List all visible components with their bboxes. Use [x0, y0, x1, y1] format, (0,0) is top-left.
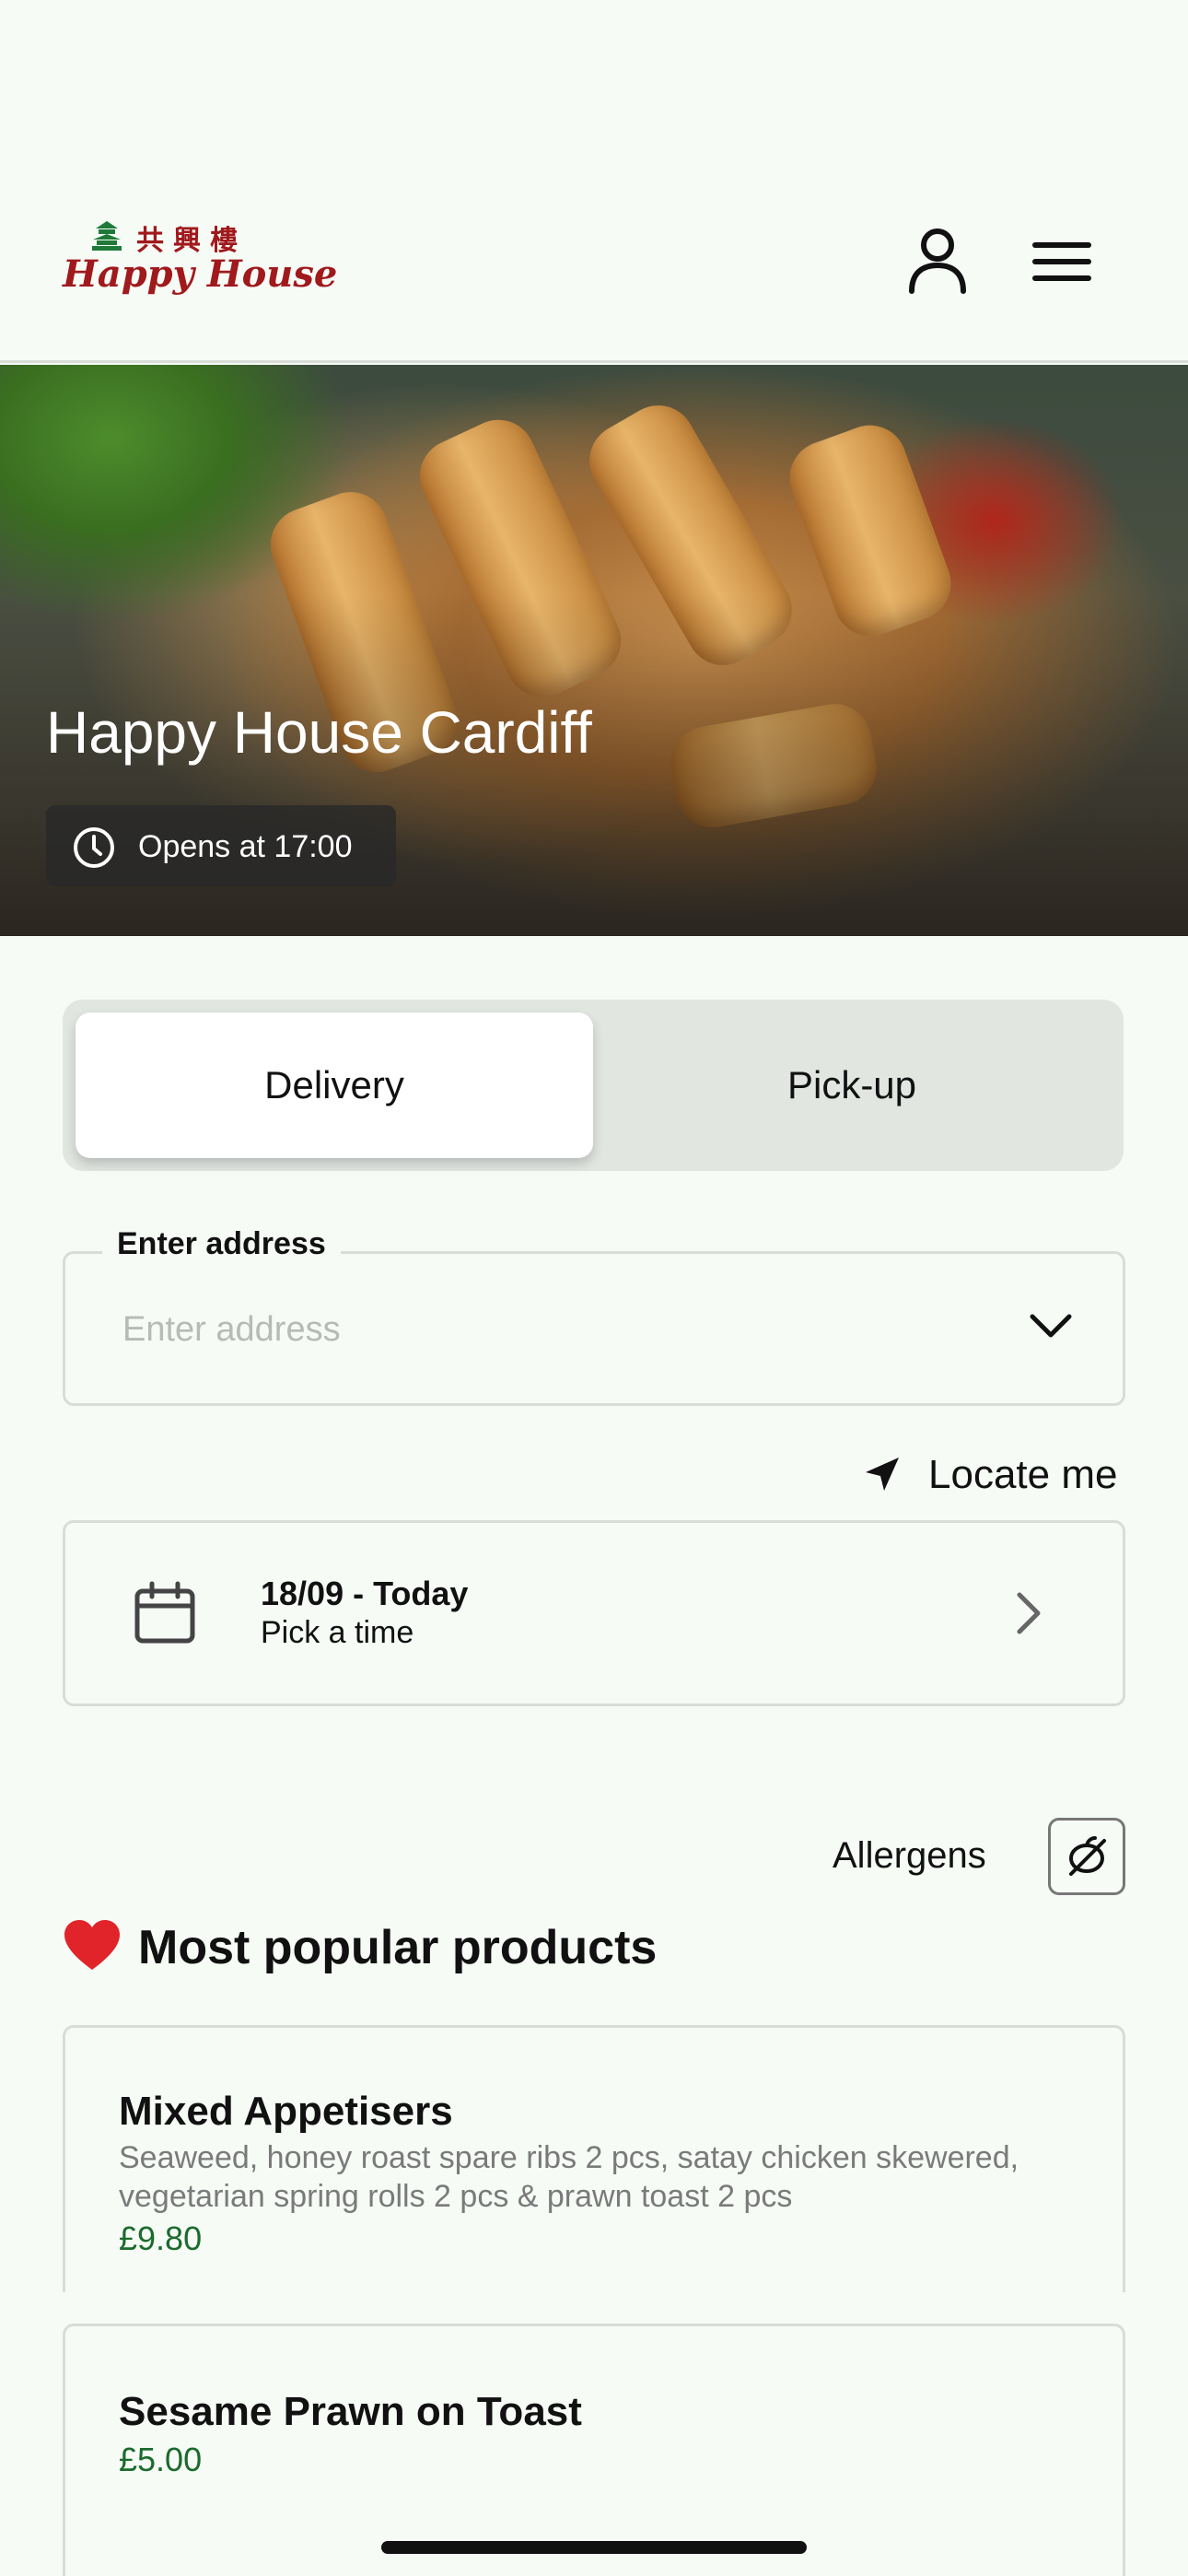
- user-icon: [909, 228, 966, 294]
- product-name: Sesame Prawn on Toast: [119, 2389, 582, 2434]
- chevron-right-icon: [1017, 1592, 1041, 1634]
- locate-me-button[interactable]: Locate me: [862, 1446, 1129, 1502]
- app-header: 共興樓 Happy House: [0, 0, 1188, 363]
- product-card[interactable]: Sesame Prawn on Toast £5.00: [63, 2324, 1125, 2576]
- delivery-option[interactable]: Delivery: [76, 1013, 593, 1158]
- popular-products-title: Most popular products: [138, 1921, 658, 1974]
- menu-button[interactable]: [1026, 225, 1100, 299]
- pick-time-label: Pick a time: [261, 1615, 414, 1650]
- allergens-label: Allergens: [833, 1835, 986, 1876]
- clock-icon: [74, 827, 114, 868]
- opening-status-text: Opens at 17:00: [138, 829, 353, 864]
- locate-me-label: Locate me: [928, 1452, 1118, 1497]
- pagoda-icon: [92, 221, 122, 251]
- page: 共興樓 Happy House Happy House Cardiff Open…: [0, 0, 1188, 2576]
- happy-house-logo[interactable]: 共興樓 Happy House: [63, 217, 337, 306]
- allergens-button[interactable]: [1048, 1818, 1125, 1895]
- hamburger-menu-icon: [1032, 242, 1091, 281]
- selected-date: 18/09 - Today: [261, 1575, 469, 1612]
- delivery-time-picker[interactable]: 18/09 - Today Pick a time: [63, 1520, 1125, 1706]
- product-card[interactable]: Mixed Appetisers Seaweed, honey roast sp…: [63, 2025, 1125, 2292]
- chevron-down-icon[interactable]: [1023, 1298, 1078, 1353]
- home-indicator[interactable]: [381, 2541, 807, 2554]
- product-price: £5.00: [119, 2441, 203, 2478]
- pickup-option[interactable]: Pick-up: [593, 1013, 1111, 1158]
- opening-status-badge: Opens at 17:00: [46, 805, 396, 886]
- allergen-filter-icon: [1069, 1836, 1106, 1876]
- restaurant-name: Happy House Cardiff: [46, 699, 592, 766]
- location-arrow-icon: [866, 1458, 899, 1491]
- order-mode-toggle: Delivery Pick-up: [63, 1000, 1124, 1171]
- hero-banner: Happy House Cardiff Opens at 17:00: [0, 365, 1188, 936]
- logo-script-text: Happy House: [63, 252, 338, 296]
- account-button[interactable]: [901, 225, 974, 299]
- product-name: Mixed Appetisers: [119, 2089, 453, 2134]
- product-price: £9.80: [119, 2219, 203, 2257]
- address-field[interactable]: Enter address: [63, 1226, 1125, 1406]
- calendar-icon: [134, 1581, 195, 1644]
- product-description: Seaweed, honey roast spare ribs 2 pcs, s…: [119, 2140, 1019, 2214]
- address-input[interactable]: [122, 1302, 951, 1357]
- address-field-label: Enter address: [102, 1226, 341, 1262]
- heart-icon: [64, 1920, 120, 1970]
